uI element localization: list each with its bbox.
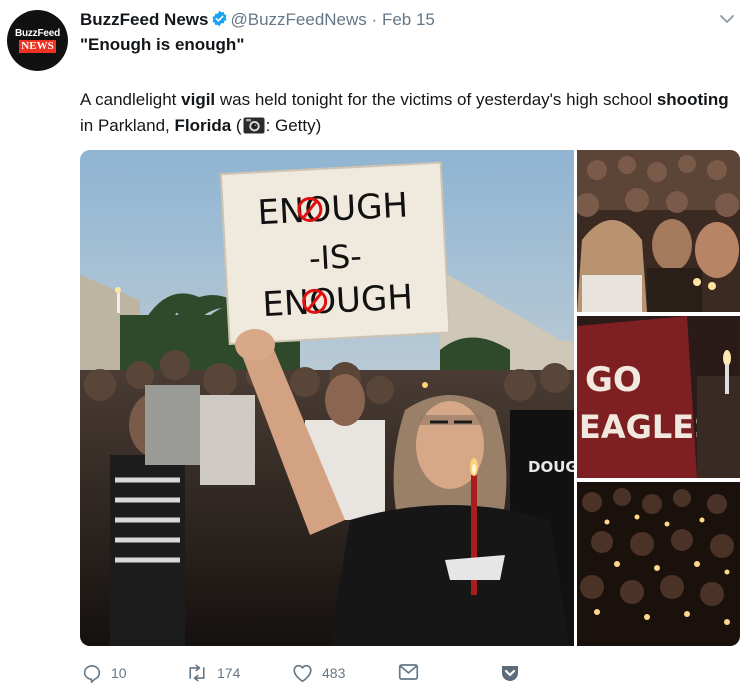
retweet-count: 174 [217, 665, 241, 681]
account-name[interactable]: BuzzFeed News [80, 10, 208, 29]
like-count: 483 [322, 665, 346, 681]
candle-crowd-night-photo[interactable] [577, 482, 740, 646]
main-vigil-photo[interactable]: ENOUGH -IS- ENOUGH DOUG [80, 150, 574, 646]
direct-message-button[interactable] [398, 663, 419, 681]
shirt-text-eagles: EAGLES [579, 408, 717, 446]
like-button[interactable]: 483 [292, 663, 345, 683]
text-part: A candlelight [80, 90, 182, 109]
tweet-text: A candlelight vigil was held tonight for… [80, 87, 730, 142]
go-eagles-shirt-photo[interactable]: GO EAGLES [577, 316, 740, 478]
text-part: : Getty) [265, 116, 322, 135]
tweet-quote: "Enough is enough" [80, 35, 245, 54]
account-handle[interactable]: @BuzzFeedNews [230, 10, 366, 29]
shirt-text-doug: DOUG [528, 458, 574, 476]
sign-line-3: ENOUGH [261, 277, 413, 325]
text-part: was held tonight for the victims of yest… [215, 90, 657, 109]
sign-line-2: -IS- [308, 237, 363, 278]
header-separator: · [371, 10, 378, 29]
heart-icon [292, 663, 313, 683]
crowd-candles-photo[interactable] [577, 150, 740, 312]
pocket-button[interactable] [500, 663, 520, 683]
retweet-button[interactable]: 174 [186, 663, 240, 683]
more-menu-chevron-down-icon[interactable] [718, 10, 736, 33]
retweet-icon [186, 663, 208, 683]
sign-line-1: ENOUGH [257, 185, 409, 233]
text-part: in Parkland, [80, 116, 175, 135]
tweet-actions: 10 174 483 [80, 663, 540, 689]
envelope-icon [398, 663, 419, 681]
verified-icon [211, 10, 228, 33]
text-part: ( [231, 116, 242, 135]
hashtag-vigil[interactable]: vigil [181, 90, 215, 109]
reply-button[interactable]: 10 [82, 663, 127, 683]
hashtag-florida[interactable]: Florida [175, 116, 232, 135]
shirt-text-go: GO [585, 360, 642, 400]
avatar-news-badge: NEWS [19, 40, 56, 53]
pocket-icon [500, 663, 520, 683]
camera-icon [243, 116, 265, 142]
media-grid: ENOUGH -IS- ENOUGH DOUG GO EAGLES [80, 150, 740, 646]
avatar[interactable]: BuzzFeed NEWS [7, 10, 68, 71]
hashtag-shooting[interactable]: shooting [657, 90, 729, 109]
reply-icon [82, 663, 102, 683]
avatar-brand: BuzzFeed [14, 28, 61, 39]
tweet-header: BuzzFeed News @BuzzFeedNews · Feb 15 [80, 9, 435, 33]
tweet-date[interactable]: Feb 15 [382, 10, 435, 29]
reply-count: 10 [111, 665, 127, 681]
